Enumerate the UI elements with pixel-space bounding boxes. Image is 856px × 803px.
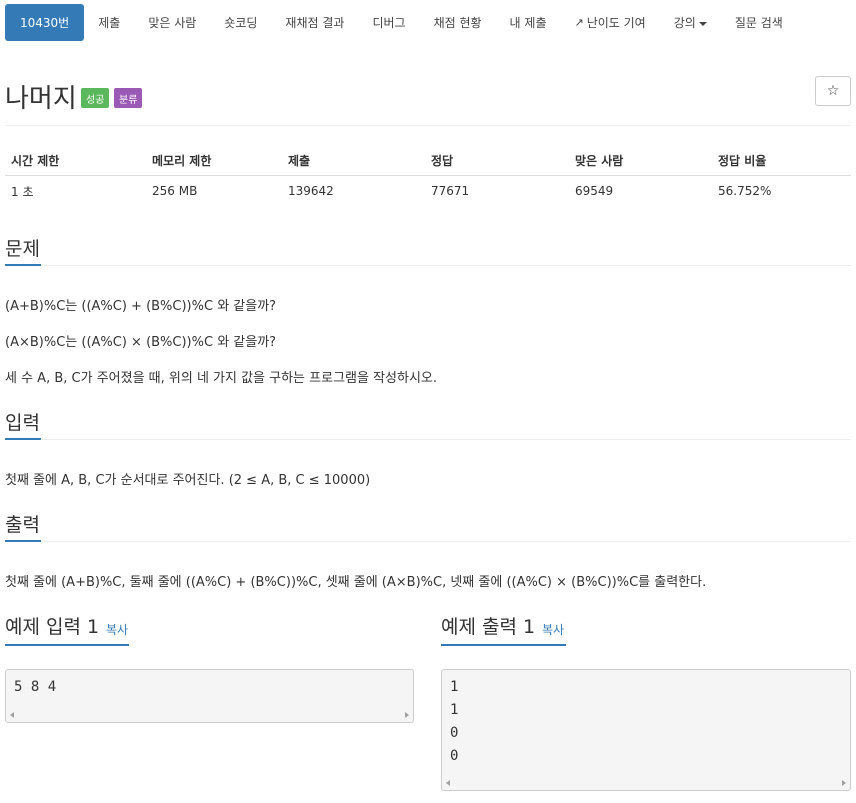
tab-label: 내 제출 [509,16,547,30]
copy-sample-output-link[interactable]: 복사 [542,621,564,638]
accepted-value: 77671 [431,184,470,199]
header-accepted-users: 맞은 사람 [569,146,712,176]
description-line: 세 수 A, B, C가 주어졌을 때, 위의 네 가지 값을 구하는 프로그램… [5,371,438,386]
time-limit-value: 1 초 [11,184,34,199]
section-title: 문제 [5,238,40,260]
section-header: 문제 [5,236,851,266]
tab-status[interactable]: 채점 현황 [420,4,496,41]
star-icon: ☆ [826,83,840,99]
section-underline [5,438,41,440]
accepted-users-value: 69549 [575,184,614,199]
sample-input-title: 예제 입력 1 [5,616,100,638]
header-accept-ratio: 정답 비율 [712,146,851,176]
tab-label: 10430번 [20,16,70,30]
success-badge: 성공 [81,88,110,108]
sample-input-box[interactable]: 5 8 4 [5,669,414,723]
section-underline [5,264,41,266]
accept-ratio-value: 56.752% [718,184,772,199]
tab-label: 난이도 기여 [586,16,646,30]
tab-problem[interactable]: 10430번 [5,4,85,41]
tab-debug[interactable]: 디버그 [358,4,419,41]
sample-output-line: 0 [450,748,459,764]
tab-my-submissions[interactable]: 내 제출 [496,4,561,41]
tab-label: 강의 [673,16,696,30]
favorite-star-button[interactable]: ☆ [815,76,851,106]
header-time-limit: 시간 제한 [5,146,146,176]
sample-output-line: 1 [450,702,459,718]
description-line: (A×B)%C는 ((A%C) × (B%C))%C 와 같을까? [5,335,277,350]
header-accepted: 정답 [425,146,569,176]
section-header: 입력 [5,410,851,440]
tab-label: 채점 현황 [433,16,482,30]
sample-output-box[interactable]: 1 1 0 0 [441,669,851,791]
tab-label: 재채점 결과 [285,16,345,30]
tab-accepted-users[interactable]: 맞은 사람 [134,4,210,41]
tab-question-search[interactable]: 질문 검색 [721,4,797,41]
section-title: 입력 [5,412,40,434]
sample-header: 예제 입력 1 복사 [5,614,414,646]
sample-header: 예제 출력 1 복사 [441,614,850,646]
sample-output-title: 예제 출력 1 [441,616,536,638]
sample-output-section: 예제 출력 1 복사 1 1 0 0 [441,614,851,799]
problem-title-row: 나머지 성공 분류 ☆ [5,76,851,114]
tab-label: 맞은 사람 [148,16,197,30]
table-header-row: 시간 제한 메모리 제한 제출 정답 맞은 사람 정답 비율 [5,146,851,176]
scroll-right-icon[interactable] [842,780,846,786]
problem-title: 나머지 [5,84,77,114]
tab-label: 제출 [98,16,121,30]
title-divider [5,125,851,126]
category-badge[interactable]: 분류 [114,88,143,108]
tab-lectures[interactable]: 강의 [660,4,721,41]
sample-output-line: 1 [450,679,459,695]
tab-submit[interactable]: 제출 [84,4,134,41]
scroll-left-icon[interactable] [10,712,14,718]
header-submissions: 제출 [282,146,425,176]
section-title: 출력 [5,514,40,536]
input-description: 첫째 줄에 A, B, C가 순서대로 주어진다. (2 ≤ A, B, C ≤… [5,473,371,488]
tab-difficulty-contribution[interactable]: ↗ 난이도 기여 [560,4,659,41]
sample-underline [5,644,129,646]
section-header: 출력 [5,512,851,542]
tab-label: 디버그 [372,16,406,30]
horizontal-scrollbar[interactable] [442,776,850,790]
scroll-left-icon[interactable] [446,780,450,786]
problem-info-table: 시간 제한 메모리 제한 제출 정답 맞은 사람 정답 비율 1 초 256 M… [5,146,851,207]
tab-label: 질문 검색 [734,16,783,30]
header-memory-limit: 메모리 제한 [146,146,282,176]
output-section: 출력 첫째 줄에 (A+B)%C, 둘째 줄에 ((A%C) + (B%C))%… [5,512,851,592]
sample-output-line: 0 [450,725,459,741]
sample-input-line: 5 8 4 [14,679,57,695]
scroll-right-icon[interactable] [405,712,409,718]
input-section: 입력 첫째 줄에 A, B, C가 순서대로 주어진다. (2 ≤ A, B, … [5,410,851,490]
problem-description-section: 문제 (A+B)%C는 ((A%C) + (B%C))%C 와 같을까? (A×… [5,236,851,386]
tab-label: 숏코딩 [224,16,258,30]
caret-down-icon [698,21,707,26]
sample-underline [441,644,566,646]
problem-nav-tabs: 10430번 제출 맞은 사람 숏코딩 재채점 결과 디버그 채점 현황 내 제… [5,4,797,41]
table-row: 1 초 256 MB 139642 77671 69549 56.752% [5,175,851,207]
external-link-icon: ↗ [574,16,584,29]
horizontal-scrollbar[interactable] [6,708,413,722]
sample-input-section: 예제 입력 1 복사 5 8 4 [5,614,414,734]
output-description: 첫째 줄에 (A+B)%C, 둘째 줄에 ((A%C) + (B%C))%C, … [5,575,707,590]
tab-short-coding[interactable]: 숏코딩 [210,4,271,41]
memory-limit-value: 256 MB [152,184,198,199]
submissions-value: 139642 [288,184,334,199]
copy-sample-input-link[interactable]: 복사 [106,621,128,638]
description-line: (A+B)%C는 ((A%C) + (B%C))%C 와 같을까? [5,299,277,314]
section-underline [5,540,41,542]
tab-rejudge-results[interactable]: 재채점 결과 [271,4,358,41]
